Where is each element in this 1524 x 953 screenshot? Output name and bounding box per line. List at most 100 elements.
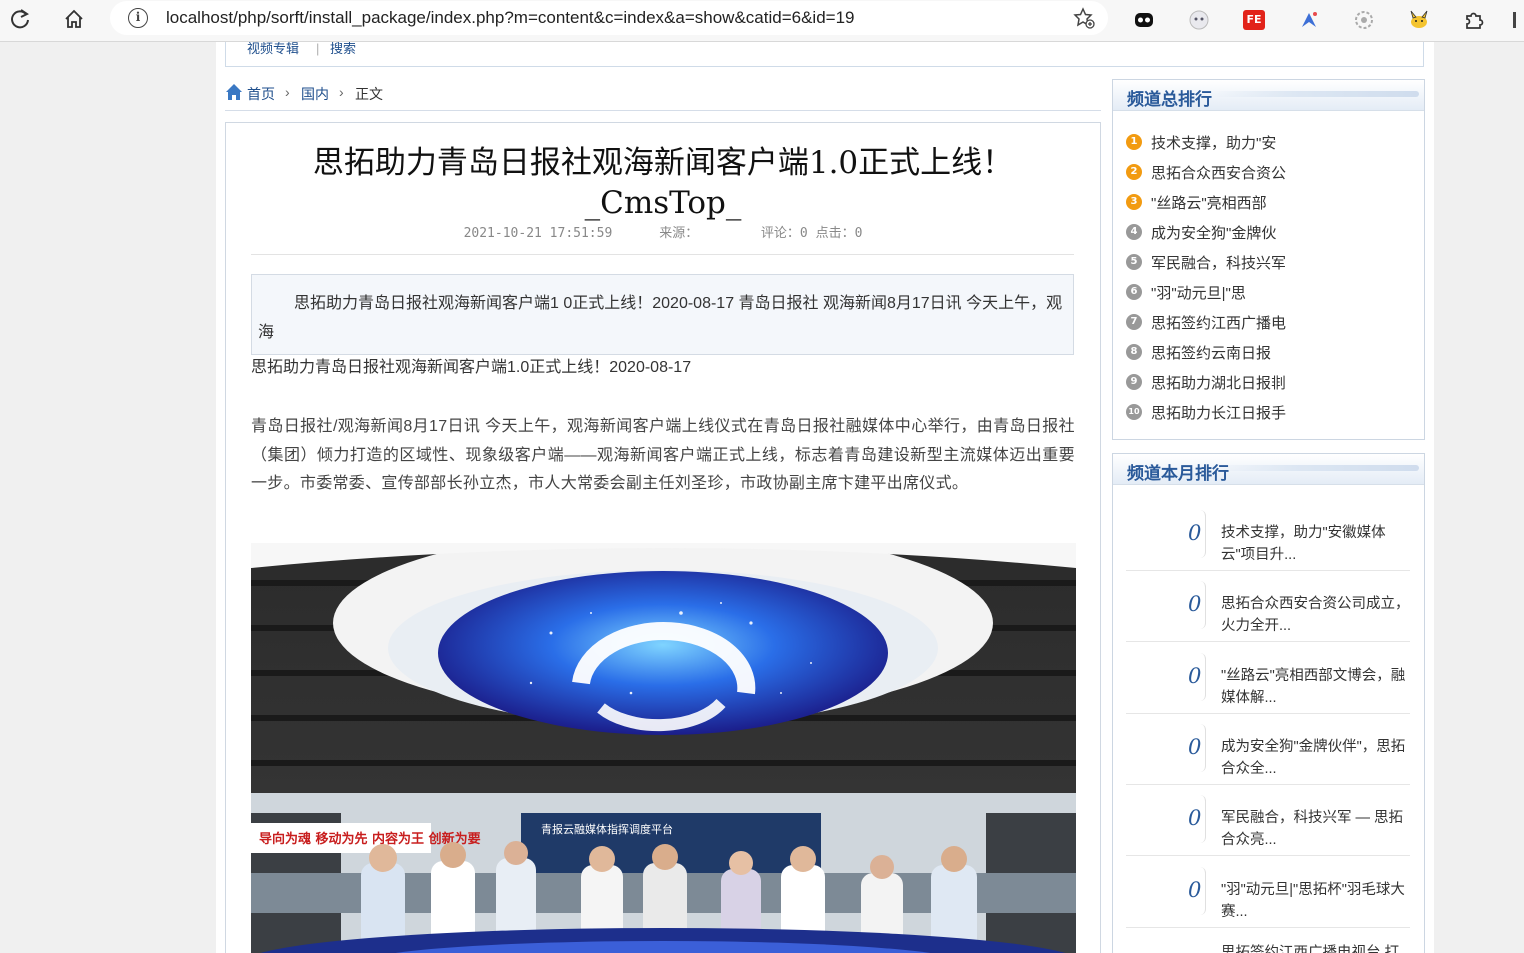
rank-item[interactable]: 10 思拓助力长江日报手 <box>1126 401 1416 423</box>
month-rank-item[interactable]: 0 "丝路云"亮相西部文博会，融媒体解... <box>1126 643 1410 714</box>
rank-item[interactable]: 9 思拓助力湖北日报剕 <box>1126 371 1416 393</box>
rank-item-title[interactable]: 思拓助力湖北日报剕 <box>1151 372 1286 393</box>
month-rank-item-title[interactable]: 成为安全狗"金牌伙伴"，思拓合众全... <box>1221 736 1413 780</box>
rank-item[interactable]: 1 技术支撑，助力"安 <box>1126 131 1416 153</box>
rank-item-title[interactable]: 思拓签约云南日报 <box>1151 342 1271 363</box>
month-rank-item-title[interactable]: 思拓签约江西广播电视台 打 <box>1221 942 1413 953</box>
month-rank-item[interactable]: 0 "羽"动元旦|"思拓杯"羽毛球大赛... <box>1126 857 1410 928</box>
extension-arrow-icon[interactable] <box>1296 7 1322 33</box>
url-text: localhost/php/sorft/install_package/inde… <box>166 8 855 27</box>
address-bar[interactable]: i localhost/php/sorft/install_package/in… <box>110 1 1108 35</box>
rank-number-badge: 6 <box>1126 284 1142 300</box>
home-icon <box>226 84 242 100</box>
breadcrumb-category[interactable]: 国内 <box>301 84 329 104</box>
rank-item-title[interactable]: "丝路云"亮相西部 <box>1151 192 1267 213</box>
breadcrumb-current: 正文 <box>355 86 383 102</box>
total-rank-header: 频道总排行 <box>1113 80 1424 111</box>
rank-item[interactable]: 2 思拓合众西安合资公 <box>1126 161 1416 183</box>
article-title: 思拓助力青岛日报社观海新闻客户端1.0正式上线！ _CmsTop_ <box>226 143 1100 223</box>
view-count: 0 <box>1188 581 1206 630</box>
month-rank-item[interactable]: 0 思拓合众西安合资公司成立，火力全开... <box>1126 571 1413 643</box>
article-date: 2021-10-21 17:51:59 <box>463 226 613 241</box>
reload-button[interactable] <box>4 5 36 33</box>
rank-item-title[interactable]: 思拓合众西安合资公 <box>1151 162 1286 183</box>
header-decoration <box>1209 91 1419 97</box>
month-rank-item-title[interactable]: 技术支撑，助力"安徽媒体云"项目升... <box>1221 522 1413 566</box>
month-rank-item-title[interactable]: 思拓合众西安合资公司成立，火力全开... <box>1221 593 1413 637</box>
rank-item-title[interactable]: 成为安全狗"金牌伙 <box>1151 222 1276 243</box>
rank-number-badge: 8 <box>1126 344 1142 360</box>
month-rank-item[interactable]: 思拓签约江西广播电视台 打 <box>1126 928 1410 953</box>
extension-pikachu-icon[interactable] <box>1406 7 1432 33</box>
view-count: 0 <box>1188 652 1206 701</box>
favorite-star-icon[interactable] <box>1072 6 1096 30</box>
month-rank-box: 频道本月排行 0 技术支撑，助力"安徽媒体云"项目升... 0 思拓合众西安合资公司成… <box>1112 453 1425 953</box>
home-button[interactable] <box>58 5 90 33</box>
rank-item[interactable]: 7 思拓签约江西广播电 <box>1126 311 1416 333</box>
rank-item[interactable]: 8 思拓签约云南日报 <box>1126 341 1416 363</box>
month-rank-header: 频道本月排行 <box>1113 454 1424 485</box>
rank-number-badge: 3 <box>1126 194 1142 210</box>
month-rank-item-title[interactable]: "丝路云"亮相西部文博会，融媒体解... <box>1221 665 1413 709</box>
month-rank-item[interactable]: 0 军民融合，科技兴军 — 思拓合众亮... <box>1126 785 1413 857</box>
site-info-icon[interactable]: i <box>128 8 148 28</box>
article-photo: 导向为魂 移动为先 内容为王 创新为要 青报云融媒体指挥调度平台 <box>251 543 1076 953</box>
breadcrumb-arrow-icon: › <box>285 84 290 100</box>
rank-item[interactable]: 6 "羽"动元旦|"思 <box>1126 281 1416 303</box>
article-lead: 思拓助力青岛日报社观海新闻客户端1.0正式上线！2020-08-17 <box>251 359 692 376</box>
breadcrumb-arrow-icon: › <box>339 84 344 100</box>
rank-item-title[interactable]: 思拓签约江西广播电 <box>1151 312 1286 333</box>
month-rank-title: 频道本月排行 <box>1127 464 1229 483</box>
view-count: 0 <box>1188 795 1206 844</box>
click-count: 0 <box>854 226 863 241</box>
view-count: 0 <box>1188 866 1206 915</box>
article-title-suffix: _CmsTop_ <box>584 185 742 221</box>
month-rank-item-title[interactable]: 军民融合，科技兴军 — 思拓合众亮... <box>1221 807 1413 851</box>
extensions-puzzle-icon[interactable] <box>1461 7 1487 33</box>
rank-number-badge: 2 <box>1126 164 1142 180</box>
extension-mask-icon[interactable] <box>1131 7 1157 33</box>
month-rank-item[interactable]: 0 技术支撑，助力"安徽媒体云"项目升... <box>1126 500 1410 571</box>
rank-item-title[interactable]: "羽"动元旦|"思 <box>1151 282 1246 303</box>
rank-item[interactable]: 4 成为安全狗"金牌伙 <box>1126 221 1416 243</box>
rank-number-badge: 10 <box>1126 404 1142 420</box>
reload-icon <box>11 9 29 29</box>
view-count <box>1188 938 1206 953</box>
rank-number-badge: 4 <box>1126 224 1142 240</box>
article-title-line: 思拓助力青岛日报社观海新闻客户端1.0正式上线！ <box>312 145 1014 181</box>
source-label: 来源： <box>659 226 699 241</box>
view-count: 0 <box>1188 510 1206 558</box>
rank-item[interactable]: 5 军民融合，科技兴军 <box>1126 251 1416 273</box>
article-body: 青岛日报社/观海新闻8月17日讯 今天上午，观海新闻客户端上线仪式在青岛日报社融… <box>251 418 1075 492</box>
total-rank-title: 频道总排行 <box>1127 90 1212 109</box>
title-divider <box>251 254 1074 255</box>
rank-item-title[interactable]: 军民融合，科技兴军 <box>1151 252 1286 273</box>
article: 思拓助力青岛日报社观海新闻客户端1.0正式上线！ _CmsTop_ 2021-1… <box>225 122 1101 953</box>
month-rank-item-title[interactable]: "羽"动元旦|"思拓杯"羽毛球大赛... <box>1221 879 1413 923</box>
comments-label: 评论： <box>760 226 800 241</box>
home-icon <box>65 9 83 28</box>
article-meta: 2021-10-21 17:51:59 来源： 评论：0 点击：0 <box>226 222 1100 241</box>
rank-number-badge: 5 <box>1126 254 1142 270</box>
nav-search[interactable]: 搜索 <box>330 42 356 57</box>
page-container: 视频专辑 | 搜索 首页 › 国内 › 正文 思拓助力青岛日报社观海新闻客户端1… <box>216 42 1434 953</box>
clicks-label: 点击： <box>815 226 855 241</box>
rank-item[interactable]: 3 "丝路云"亮相西部 <box>1126 191 1416 213</box>
rank-number-badge: 7 <box>1126 314 1142 330</box>
extension-fe-icon[interactable]: FE <box>1241 7 1267 33</box>
breadcrumb-home[interactable]: 首页 <box>247 84 275 104</box>
rank-number-badge: 1 <box>1126 134 1142 150</box>
menu-icon[interactable] <box>1502 7 1524 33</box>
total-rank-box: 频道总排行 1 技术支撑，助力"安 2 思拓合众西安合资公 3 "丝路云"亮相西部 4 成为安… <box>1112 79 1425 440</box>
extension-anime-icon[interactable] <box>1186 7 1212 33</box>
extension-gear-icon[interactable] <box>1351 7 1377 33</box>
month-rank-item[interactable]: 0 成为安全狗"金牌伙伴"，思拓合众全... <box>1126 714 1410 785</box>
header-decoration <box>1209 465 1419 471</box>
rank-item-title[interactable]: 技术支撑，助力"安 <box>1151 132 1276 153</box>
article-summary: 思拓助力青岛日报社观海新闻客户端1 0正式上线！2020-08-17 青岛日报社… <box>251 274 1074 355</box>
view-count: 0 <box>1188 723 1206 772</box>
rank-item-title[interactable]: 思拓助力长江日报手 <box>1151 402 1286 423</box>
comment-count: 0 <box>799 226 808 241</box>
breadcrumb: 首页 › 国内 › 正文 <box>225 80 1101 111</box>
nav-video-album[interactable]: 视频专辑 <box>247 42 299 57</box>
